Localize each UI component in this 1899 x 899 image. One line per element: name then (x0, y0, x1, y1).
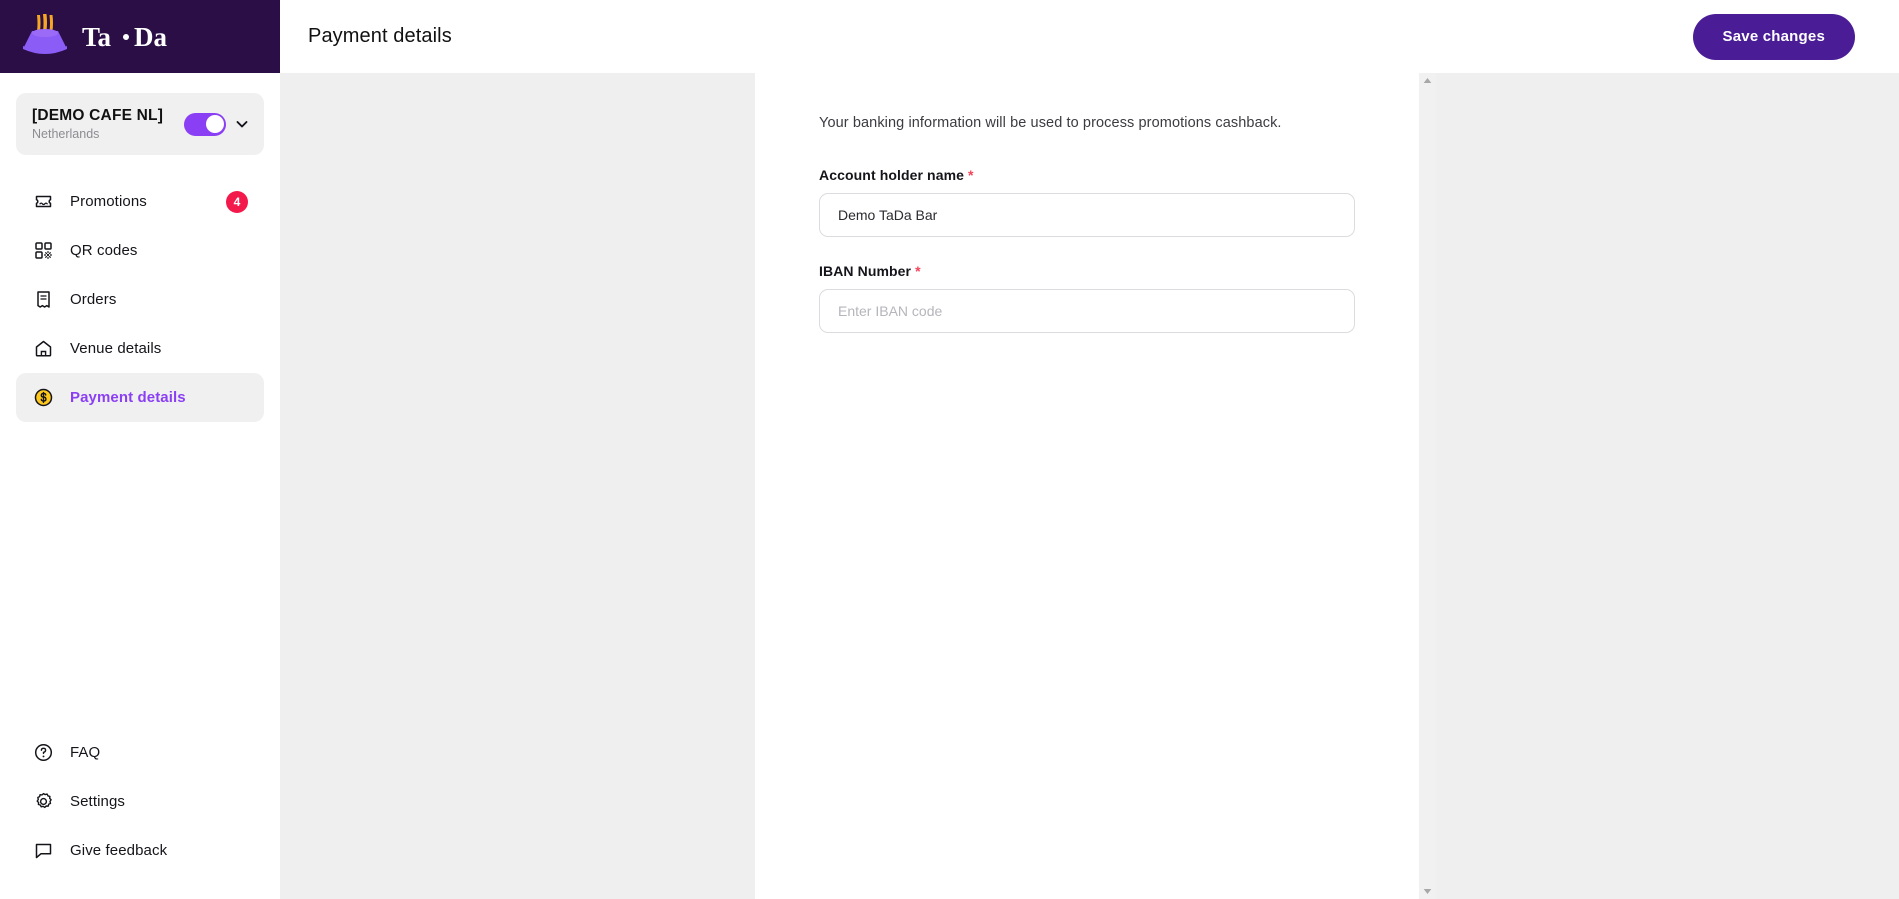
chat-bubble-icon (32, 840, 54, 862)
required-asterisk: * (915, 263, 921, 279)
ticket-icon (32, 191, 54, 213)
brand-logo-bar[interactable]: Ta Da (0, 0, 280, 73)
toggle-knob (205, 115, 224, 133)
main-region: Payment details Save changes Your bankin… (280, 0, 1899, 899)
sidebar-item-settings[interactable]: Settings (16, 777, 264, 826)
promotions-count-badge: 4 (226, 190, 248, 213)
question-circle-icon (32, 742, 54, 764)
topbar: Payment details Save changes (280, 0, 1899, 73)
sidebar-item-promotions[interactable]: Promotions 4 (16, 177, 264, 226)
sidebar-item-label: Give feedback (70, 842, 168, 859)
required-asterisk: * (968, 167, 974, 183)
account-holder-name-label: Account holder name * (819, 167, 1355, 183)
account-holder-name-input[interactable] (819, 193, 1355, 237)
qr-code-icon (32, 240, 54, 262)
svg-text:Da: Da (134, 22, 167, 52)
chevron-down-icon[interactable] (234, 116, 250, 132)
sidebar-item-label: FAQ (70, 744, 101, 761)
sidebar-item-orders[interactable]: Orders (16, 275, 264, 324)
brand-wordmark: Ta Da (82, 22, 202, 52)
content-scrollbar[interactable] (1419, 73, 1436, 899)
home-icon (32, 338, 54, 360)
sidebar-item-qr-codes[interactable]: QR codes (16, 226, 264, 275)
venue-active-toggle[interactable] (184, 112, 226, 136)
field-label-text: Account holder name (819, 167, 965, 183)
dollar-coin-icon (32, 387, 54, 409)
sidebar-item-label: QR codes (70, 242, 138, 259)
primary-nav: Promotions 4 QR codes Orders Venue detai… (0, 177, 280, 422)
scroll-up-arrow-icon[interactable] (1423, 77, 1432, 84)
iban-number-input[interactable] (819, 289, 1355, 333)
sidebar-item-give-feedback[interactable]: Give feedback (16, 826, 264, 875)
scroll-down-arrow-icon[interactable] (1423, 888, 1432, 895)
sidebar-item-label: Settings (70, 793, 125, 810)
sidebar-item-label: Promotions (70, 193, 147, 210)
app-root: Ta Da [DEMO CAFE NL] Netherlands Promoti… (0, 0, 1899, 899)
save-changes-button[interactable]: Save changes (1692, 13, 1855, 60)
venue-selector-text: [DEMO CAFE NL] Netherlands (32, 106, 176, 143)
account-holder-name-field: Account holder name * (819, 167, 1355, 237)
sidebar-item-payment-details[interactable]: Payment details (16, 373, 264, 422)
sidebar-item-faq[interactable]: FAQ (16, 728, 264, 777)
banking-info-description: Your banking information will be used to… (819, 115, 1282, 131)
sidebar-item-label: Payment details (70, 389, 186, 406)
form-content: Your banking information will be used to… (755, 115, 1419, 333)
work-area: Your banking information will be used to… (280, 73, 1899, 899)
field-label-text: IBAN Number (819, 263, 912, 279)
secondary-nav: FAQ Settings Give feedback (0, 728, 280, 875)
sidebar: Ta Da [DEMO CAFE NL] Netherlands Promoti… (0, 0, 280, 899)
iban-number-label: IBAN Number * (819, 263, 1355, 279)
venue-selector[interactable]: [DEMO CAFE NL] Netherlands (16, 93, 264, 155)
gear-icon (32, 791, 54, 813)
tada-hat-logo-icon (18, 12, 72, 62)
iban-number-field: IBAN Number * (819, 263, 1355, 333)
sidebar-item-venue-details[interactable]: Venue details (16, 324, 264, 373)
payment-details-form-card: Your banking information will be used to… (755, 73, 1419, 899)
svg-text:Ta: Ta (82, 22, 112, 52)
page-title: Payment details (308, 25, 452, 47)
sidebar-item-label: Venue details (70, 340, 162, 357)
venue-country: Netherlands (32, 127, 100, 142)
sidebar-item-label: Orders (70, 291, 117, 308)
venue-name: [DEMO CAFE NL] (32, 106, 164, 124)
receipt-icon (32, 289, 54, 311)
